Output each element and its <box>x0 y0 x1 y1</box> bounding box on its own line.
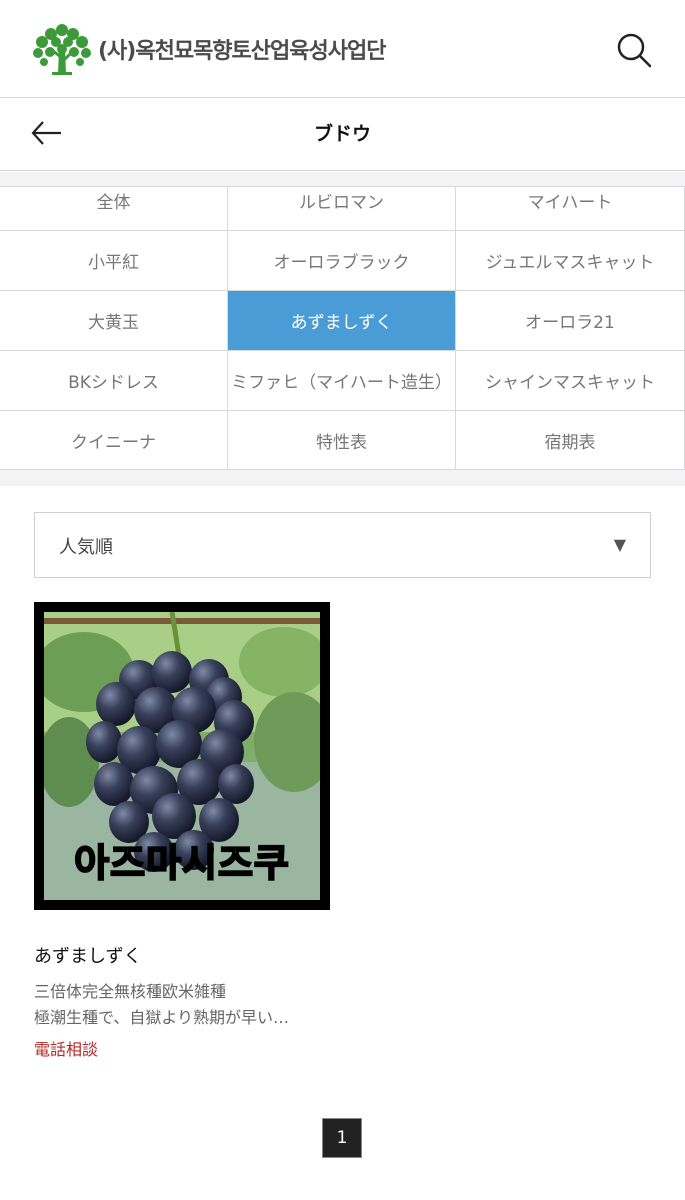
category-item[interactable]: ルビロマン <box>228 187 456 231</box>
sort-select[interactable]: 人気順 ▼ <box>34 512 651 578</box>
category-item[interactable]: あずましずく <box>228 291 456 351</box>
category-item[interactable]: マイハート <box>456 187 685 231</box>
category-item[interactable]: 大黄玉 <box>0 291 228 351</box>
site-logo[interactable]: (사)옥천묘목향토산업육성사업단 <box>32 22 386 76</box>
category-item[interactable]: 全体 <box>0 187 228 231</box>
category-item[interactable]: ジュエルマスキャット <box>456 231 685 291</box>
product-image[interactable]: 아즈마시즈쿠 <box>34 602 330 910</box>
product-image-caption: 아즈마시즈쿠 <box>73 840 290 886</box>
category-item[interactable]: オーロラブラック <box>228 231 456 291</box>
product-description-line: 三倍体完全無核種欧米雑種 <box>34 982 227 1001</box>
pagination-page-current[interactable]: 1 <box>322 1118 362 1158</box>
category-item[interactable]: クイニーナ <box>0 411 228 469</box>
page-title-bar: ブドウ <box>0 99 685 171</box>
dropdown-triangle-icon: ▼ <box>613 535 626 554</box>
search-button[interactable] <box>612 30 656 70</box>
page-title: ブドウ <box>313 123 371 145</box>
category-item[interactable]: 宿期表 <box>456 411 685 469</box>
category-grid: 全体 ルビロマン マイハート小平紅 オーロラブラック ジュエルマスキャット大黄玉 あずまし… <box>0 186 685 470</box>
product-description-line: 極潮生種で、自獄より熟期が早い… <box>34 1008 290 1027</box>
category-item[interactable]: オーロラ21 <box>456 291 685 351</box>
search-icon <box>617 33 652 68</box>
category-item[interactable]: BKシドレス <box>0 351 228 411</box>
site-header: (사)옥천묘목향토산업육성사업단 <box>0 0 685 98</box>
category-item[interactable]: ミファヒ（マイハート造生） <box>228 351 456 411</box>
product-price: 電話相談 <box>34 1040 99 1059</box>
logo-text: (사)옥천묘목향토산업육성사업단 <box>98 39 386 64</box>
category-item[interactable]: シャインマスキャット <box>456 351 685 411</box>
sort-selected-label: 人気順 <box>59 537 113 558</box>
category-item[interactable]: 小平紅 <box>0 231 228 291</box>
category-section: 全体 ルビロマン マイハート小平紅 オーロラブラック ジュエルマスキャット大黄玉 あずまし… <box>0 172 685 486</box>
product-name[interactable]: あずましずく <box>34 942 142 968</box>
tree-logo-icon <box>33 24 91 75</box>
category-item[interactable]: 特性表 <box>228 411 456 469</box>
product-description: 三倍体完全無核種欧米雑種 極潮生種で、自獄より熟期が早い… <box>34 979 289 1031</box>
